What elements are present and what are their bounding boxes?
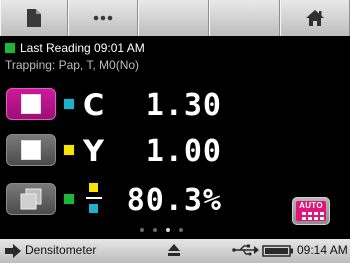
auto-icon: AUTO	[296, 201, 326, 221]
yellow-mark	[89, 183, 98, 192]
page-dot-current[interactable]	[166, 228, 170, 232]
paper-swatch-icon	[21, 94, 41, 114]
top-toolbar	[0, 0, 350, 36]
channel-letter: C	[83, 88, 105, 122]
overprint-icon	[20, 188, 42, 210]
clock: 09:14 AM	[297, 243, 348, 257]
auto-measure-button[interactable]: AUTO	[292, 197, 330, 225]
toolbar-slot	[209, 0, 280, 36]
mode-label[interactable]: Densitometer	[25, 243, 96, 257]
more-button[interactable]	[68, 0, 138, 36]
home-icon	[306, 10, 324, 26]
density-value: 1.00	[145, 134, 222, 169]
eject-icon[interactable]	[167, 243, 181, 257]
cyan-swatch	[63, 98, 75, 110]
green-swatch	[63, 193, 75, 205]
trap-fraction-icon	[86, 183, 102, 217]
trapping-info: Trapping: Pap, T, M0(No)	[5, 58, 140, 72]
page-dot[interactable]	[140, 228, 144, 232]
usb-icon	[232, 244, 259, 256]
auto-label: AUTO	[299, 201, 323, 210]
last-reading-status: Last Reading 09:01 AM	[5, 40, 145, 56]
yellow-swatch	[63, 144, 75, 156]
arrow-right-icon[interactable]	[4, 244, 22, 258]
page-dot[interactable]	[153, 228, 157, 232]
trap-value: 80.3%	[126, 183, 222, 218]
reading-row-yellow: Y 1.00	[0, 132, 350, 172]
home-button[interactable]	[280, 0, 350, 36]
patch-grid-icon	[302, 212, 324, 220]
channel-letter: Y	[83, 134, 104, 168]
toolbar-slot	[138, 0, 209, 36]
status-indicator	[5, 43, 15, 53]
battery-icon	[262, 245, 293, 257]
paper-swatch-icon	[21, 140, 41, 160]
fraction-bar	[86, 197, 102, 199]
measure-button-yellow[interactable]	[6, 134, 56, 166]
document-button[interactable]	[0, 0, 68, 36]
bottom-status-bar: Densitometer 09:14 AM	[0, 239, 350, 263]
page-dot[interactable]	[179, 228, 183, 232]
more-icon	[93, 15, 113, 21]
page-indicator	[140, 228, 183, 232]
density-value: 1.30	[145, 88, 222, 123]
measure-button-overprint[interactable]	[6, 183, 56, 215]
document-icon	[27, 9, 41, 27]
measure-button-cyan[interactable]	[6, 88, 56, 120]
cyan-mark	[89, 204, 98, 213]
last-reading-text: Last Reading 09:01 AM	[20, 41, 145, 55]
reading-row-cyan: C 1.30	[0, 86, 350, 126]
